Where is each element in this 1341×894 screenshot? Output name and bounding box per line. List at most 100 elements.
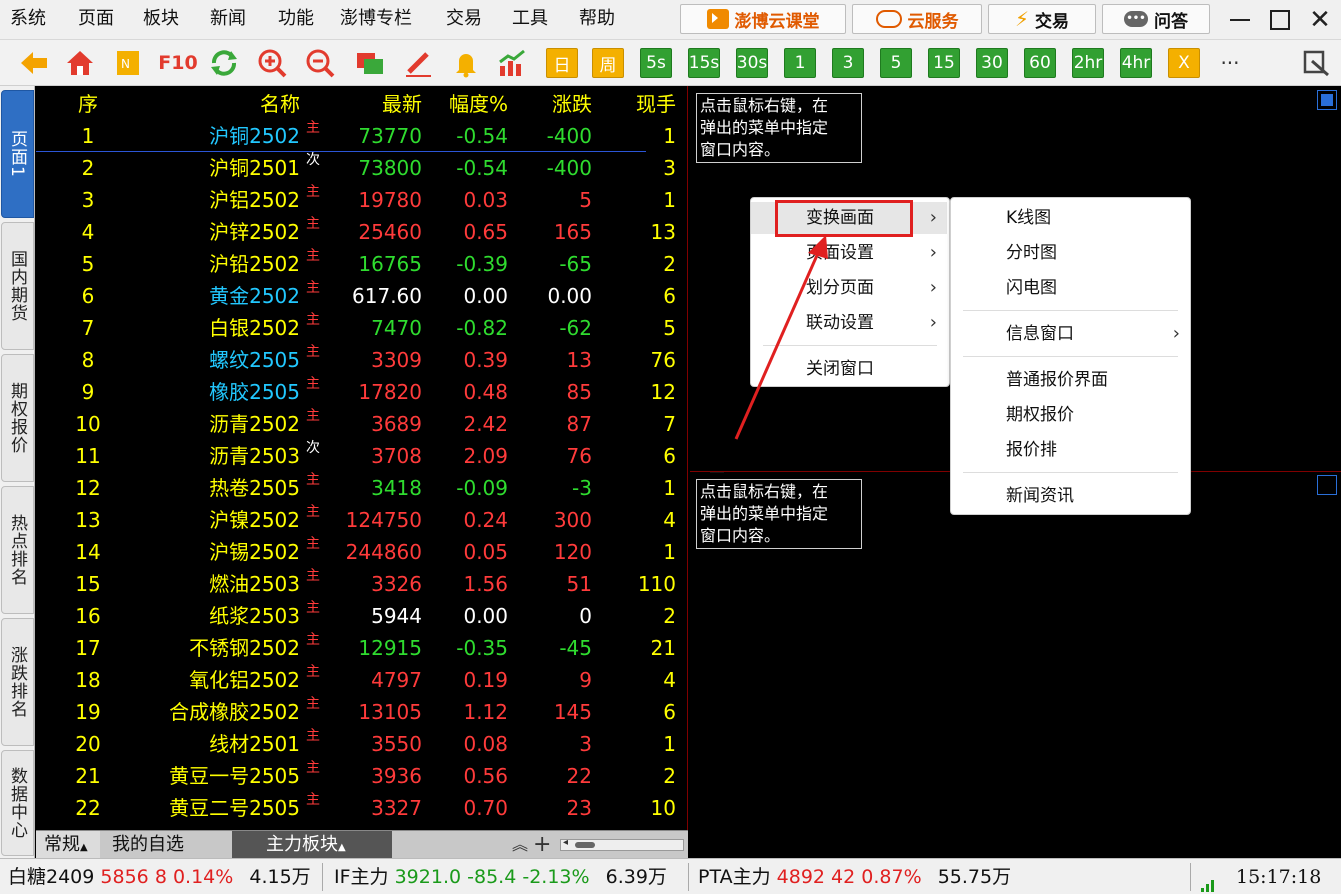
submenu-kline[interactable]: K线图 xyxy=(951,202,1190,234)
tab-options-quotes[interactable]: 期权报价 xyxy=(1,354,34,482)
horizontal-scrollbar[interactable]: ◂ xyxy=(560,837,684,851)
submenu-info-window[interactable]: 信息窗口 › xyxy=(951,318,1190,350)
maximize-button[interactable] xyxy=(1262,4,1298,36)
menu-tools[interactable]: 工具 xyxy=(512,6,548,32)
period-15m[interactable]: 15 xyxy=(928,48,960,78)
table-row[interactable]: 5 沪铅2502 主 16765 -0.39 -65 2 xyxy=(36,248,676,280)
menu-page[interactable]: 页面 xyxy=(78,6,114,32)
period-2hr[interactable]: 2hr xyxy=(1072,48,1104,78)
tab-favorites[interactable]: 我的自选 xyxy=(104,831,228,859)
zoom-out-icon[interactable] xyxy=(304,47,336,79)
panel-select-box-top[interactable] xyxy=(1317,90,1337,110)
header-seq[interactable]: 序 xyxy=(58,88,118,120)
submenu-flash-chart[interactable]: 闪电图 xyxy=(951,272,1190,304)
qa-button[interactable]: ••• 问答 xyxy=(1102,4,1210,34)
period-3m[interactable]: 3 xyxy=(832,48,864,78)
ticker-2[interactable]: PTA主力 4892 42 0.87% 55.75万 xyxy=(698,859,1011,894)
back-arrow-icon[interactable] xyxy=(18,47,50,79)
period-60m[interactable]: 60 xyxy=(1024,48,1056,78)
table-row[interactable]: 1 沪铜2502 主 73770 -0.54 -400 1 xyxy=(36,120,676,152)
table-row[interactable]: 2 沪铜2501 次 73800 -0.54 -400 3 xyxy=(36,152,676,184)
period-x[interactable]: X xyxy=(1168,48,1200,78)
period-30s[interactable]: 30s xyxy=(736,48,768,78)
pen-icon[interactable] xyxy=(402,47,434,79)
table-row[interactable]: 11 沥青2503 次 3708 2.09 76 6 xyxy=(36,440,676,472)
header-change[interactable]: 涨跌 xyxy=(552,88,592,120)
menu-trade[interactable]: 交易 xyxy=(446,6,482,32)
window-icon[interactable] xyxy=(354,47,386,79)
table-row[interactable]: 21 黄豆一号2505 主 3936 0.56 22 2 xyxy=(36,760,676,792)
period-1m[interactable]: 1 xyxy=(784,48,816,78)
header-pct[interactable]: 幅度% xyxy=(449,88,508,120)
submenu-news[interactable]: 新闻资讯 xyxy=(951,480,1190,512)
table-row[interactable]: 7 白银2502 主 7470 -0.82 -62 5 xyxy=(36,312,676,344)
tab-change-ranking[interactable]: 涨跌排名 xyxy=(1,618,34,746)
period-30m[interactable]: 30 xyxy=(976,48,1008,78)
home-icon[interactable] xyxy=(64,47,96,79)
table-row[interactable]: 19 合成橡胶2502 主 13105 1.12 145 6 xyxy=(36,696,676,728)
table-row[interactable]: 18 氧化铝2502 主 4797 0.19 9 4 xyxy=(36,664,676,696)
period-5m[interactable]: 5 xyxy=(880,48,912,78)
refresh-icon[interactable] xyxy=(208,47,240,79)
right-bottom-panel[interactable]: 点击鼠标右键，在 弹出的菜单中指定 窗口内容。 xyxy=(690,473,1341,858)
horizontal-scroll-thumb[interactable] xyxy=(575,842,595,848)
menu-news[interactable]: 新闻 xyxy=(210,6,246,32)
ticker-0[interactable]: 白糖2409 5856 8 0.14% 4.15万 xyxy=(8,859,311,894)
exit-icon[interactable] xyxy=(1300,47,1332,79)
tab-normal[interactable]: 常规▲ xyxy=(36,831,100,859)
tab-domestic-futures[interactable]: 国内期货 xyxy=(1,222,34,350)
submenu-normal-quote[interactable]: 普通报价界面 xyxy=(951,364,1190,396)
double-chevron-up-icon[interactable]: ︽ xyxy=(512,831,528,855)
period-5s[interactable]: 5s xyxy=(640,48,672,78)
table-row[interactable]: 16 纸浆2503 主 5944 0.00 0 2 xyxy=(36,600,676,632)
menu-sector[interactable]: 板块 xyxy=(143,6,179,32)
table-row[interactable]: 9 橡胶2505 主 17820 0.48 85 12 xyxy=(36,376,676,408)
table-row[interactable]: 6 黄金2502 主 617.60 0.00 0.00 6 xyxy=(36,280,676,312)
table-row[interactable]: 10 沥青2502 主 3689 2.42 87 7 xyxy=(36,408,676,440)
tab-page1[interactable]: 页面1 xyxy=(1,90,34,218)
more-button[interactable]: ··· xyxy=(1214,47,1246,79)
menu-function[interactable]: 功能 xyxy=(278,6,314,32)
period-15s[interactable]: 15s xyxy=(688,48,720,78)
classroom-button[interactable]: 澎博云课堂 xyxy=(680,4,846,34)
add-tab-icon[interactable]: + xyxy=(533,831,551,859)
table-row[interactable]: 13 沪镍2502 主 124750 0.24 300 4 xyxy=(36,504,676,536)
panel-select-box-bottom[interactable] xyxy=(1317,475,1337,495)
period-4hr[interactable]: 4hr xyxy=(1120,48,1152,78)
tab-main-sector[interactable]: 主力板块▲ xyxy=(232,831,392,859)
table-row[interactable]: 4 沪锌2502 主 25460 0.65 165 13 xyxy=(36,216,676,248)
table-row[interactable]: 12 热卷2505 主 3418 -0.09 -3 1 xyxy=(36,472,676,504)
tab-data-center[interactable]: 数据中心 xyxy=(1,750,34,856)
period-day[interactable]: 日 xyxy=(546,48,578,78)
menu-help[interactable]: 帮助 xyxy=(579,6,615,32)
header-price[interactable]: 最新 xyxy=(382,88,422,120)
tab-hot-ranking[interactable]: 热点排名 xyxy=(1,486,34,614)
f10-button[interactable]: F10 xyxy=(156,47,200,79)
chart-up-icon[interactable] xyxy=(496,47,528,79)
cloud-service-button[interactable]: 云服务 xyxy=(852,4,982,34)
table-row[interactable]: 20 线材2501 主 3550 0.08 3 1 xyxy=(36,728,676,760)
submenu-timeshare[interactable]: 分时图 xyxy=(951,237,1190,269)
table-row[interactable]: 3 沪铝2502 主 19780 0.03 5 1 xyxy=(36,184,676,216)
menu-column[interactable]: 澎博专栏 xyxy=(340,6,412,32)
zoom-in-icon[interactable] xyxy=(256,47,288,79)
table-row[interactable]: 14 沪锡2502 主 244860 0.05 120 1 xyxy=(36,536,676,568)
bell-icon[interactable] xyxy=(450,47,482,79)
close-button[interactable]: ✕ xyxy=(1302,4,1338,36)
minimize-button[interactable] xyxy=(1222,4,1258,36)
ticker-1[interactable]: IF主力 3921.0 -85.4 -2.13% 6.39万 xyxy=(334,859,667,894)
quote-table[interactable]: 序 名称 最新 幅度% 涨跌 现手 1 沪铜2502 主 73770 -0.54 -400… xyxy=(36,86,724,830)
arrow-left-icon[interactable]: ◂ xyxy=(563,837,568,848)
menu-system[interactable]: 系统 xyxy=(10,6,46,32)
header-volume[interactable]: 现手 xyxy=(636,88,676,120)
table-row[interactable]: 15 燃油2503 主 3326 1.56 51 110 xyxy=(36,568,676,600)
trade-button[interactable]: ⚡ 交易 xyxy=(988,4,1096,34)
header-name[interactable]: 名称 xyxy=(260,88,300,120)
period-week[interactable]: 周 xyxy=(592,48,624,78)
submenu-options-quote[interactable]: 期权报价 xyxy=(951,399,1190,431)
table-row[interactable]: 17 不锈钢2502 主 12915 -0.35 -45 21 xyxy=(36,632,676,664)
table-row[interactable]: 22 黄豆二号2505 主 3327 0.70 23 10 xyxy=(36,792,676,824)
submenu-quote-ranking[interactable]: 报价排 xyxy=(951,434,1190,466)
notes-icon[interactable]: N xyxy=(112,47,144,79)
table-row[interactable]: 8 螺纹2505 主 3309 0.39 13 76 xyxy=(36,344,676,376)
